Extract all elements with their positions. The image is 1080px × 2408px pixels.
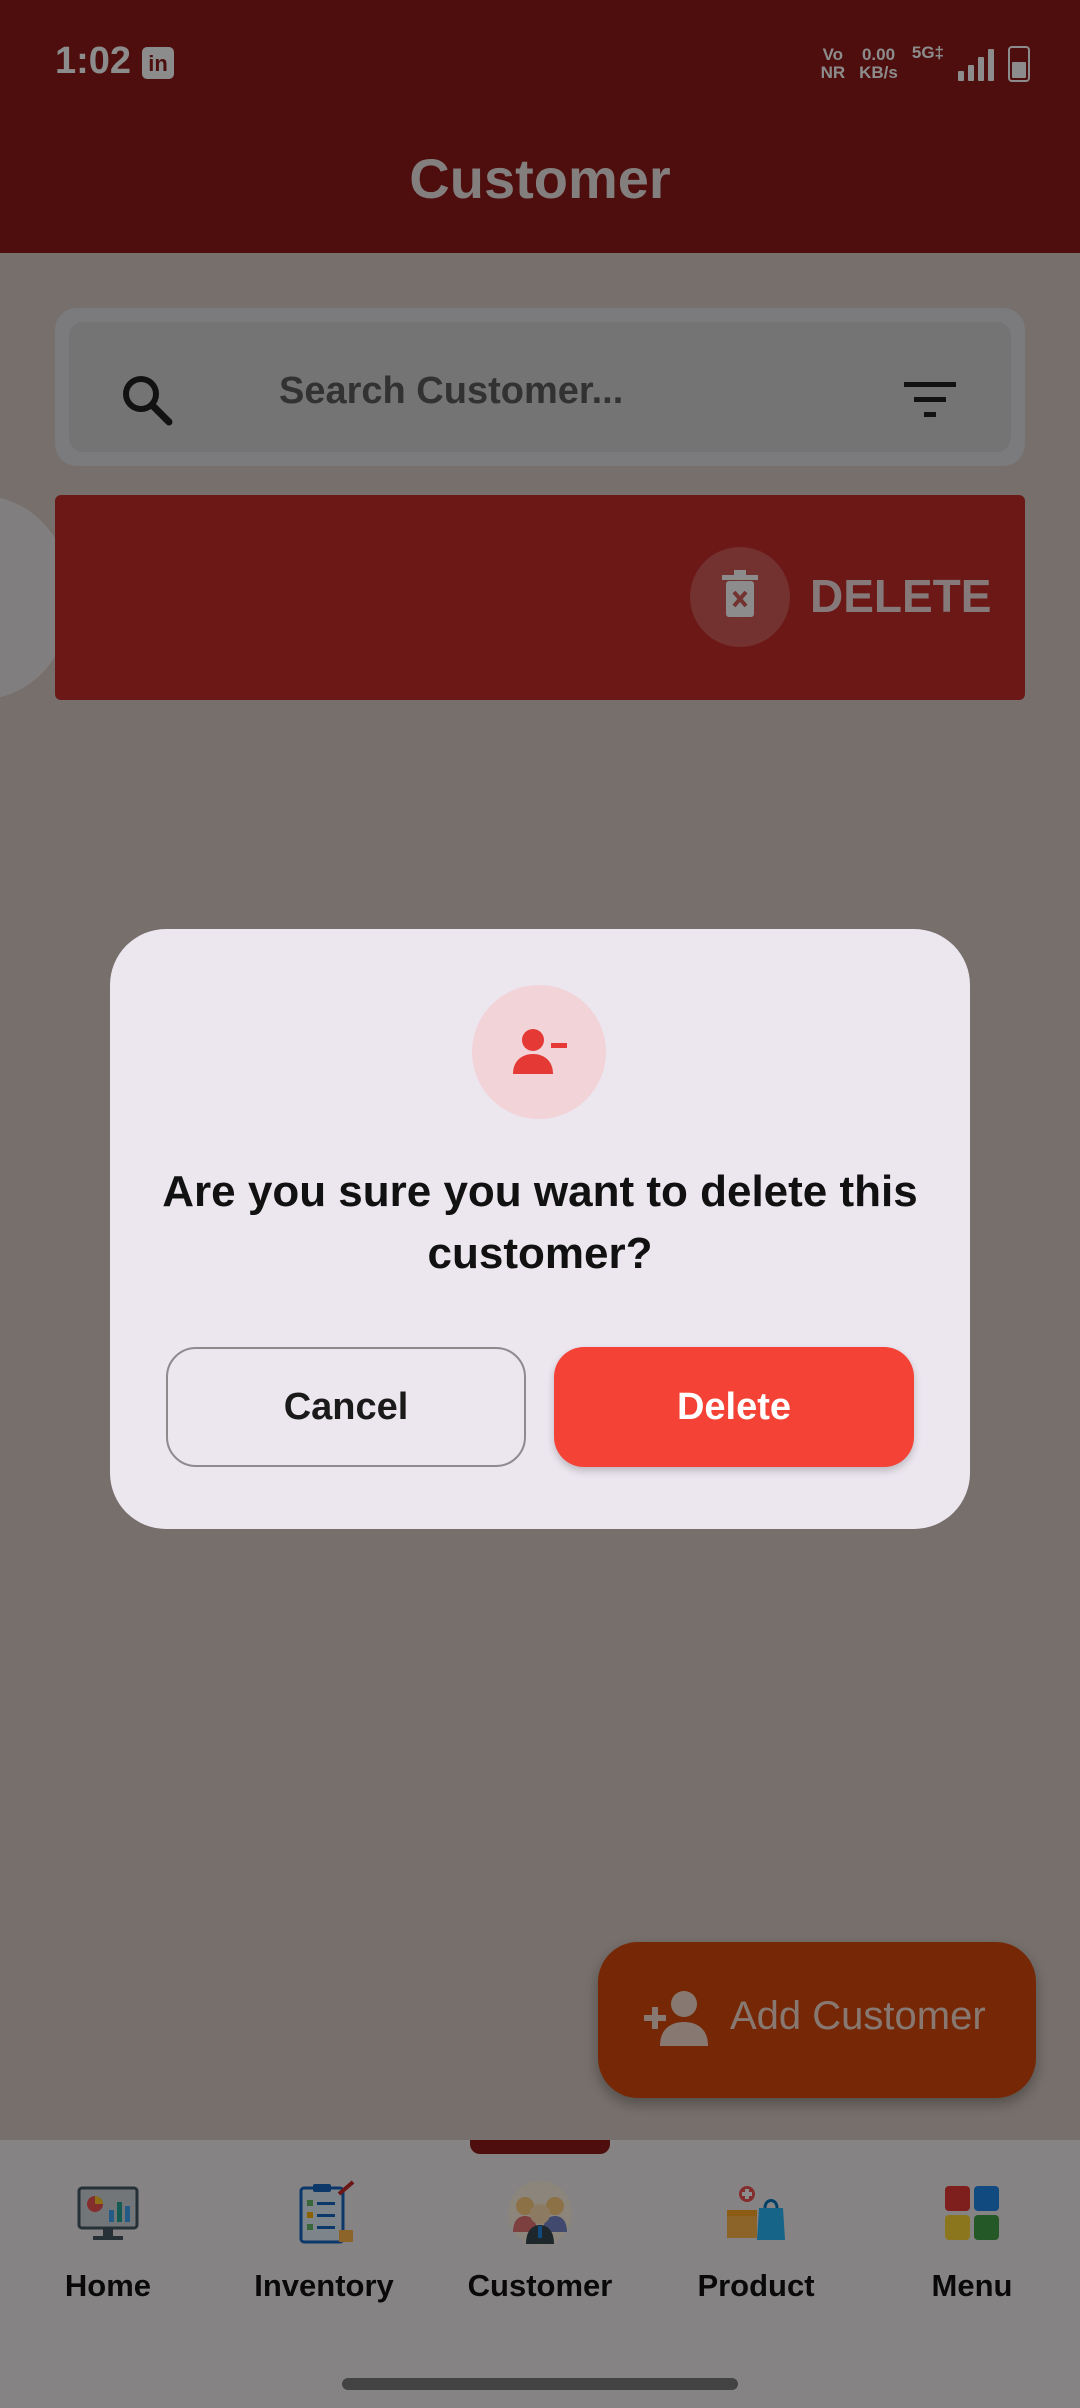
cancel-button[interactable]: Cancel [166, 1347, 526, 1467]
dialog-message: Are you sure you want to delete this cus… [162, 1167, 918, 1278]
delete-button[interactable]: Delete [554, 1347, 914, 1467]
person-remove-icon [513, 1029, 567, 1074]
delete-confirmation-dialog: Are you sure you want to delete this cus… [110, 929, 970, 1529]
dialog-icon-container [472, 985, 606, 1119]
